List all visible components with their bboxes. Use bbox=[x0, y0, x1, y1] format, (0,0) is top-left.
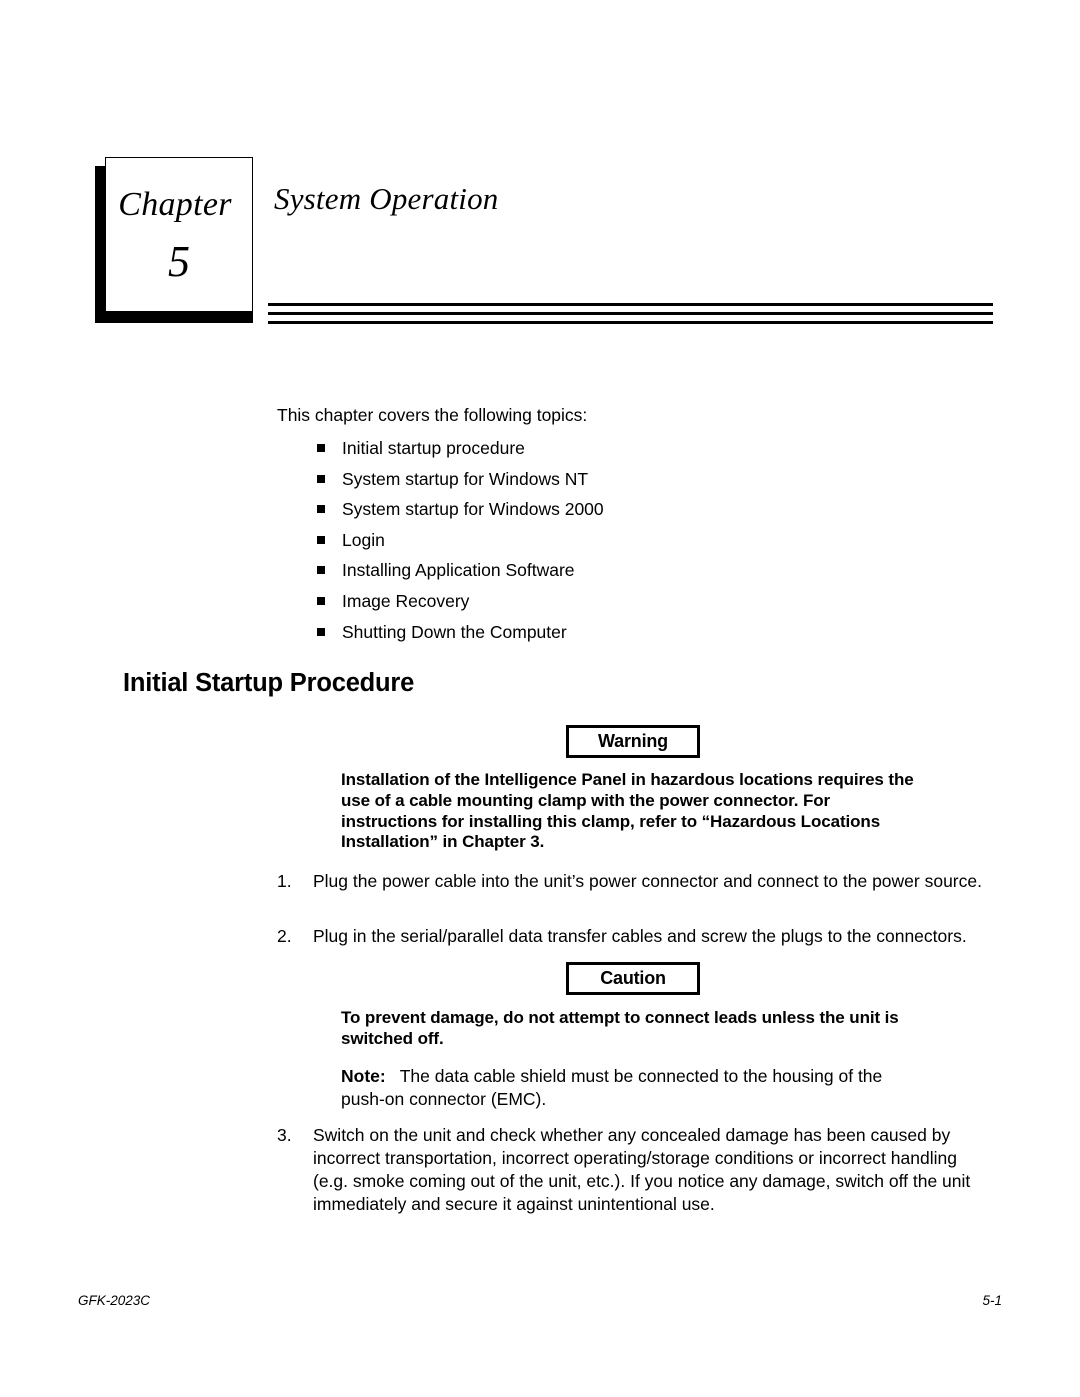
header-rule-1 bbox=[268, 303, 993, 306]
step-text: Plug in the serial/parallel data transfe… bbox=[313, 926, 967, 946]
topic-label: System startup for Windows 2000 bbox=[342, 499, 604, 520]
chapter-header: Chapter 5 System Operation bbox=[0, 0, 1080, 340]
header-rule-2 bbox=[268, 312, 993, 315]
warning-badge-label: Warning bbox=[598, 731, 668, 751]
chapter-badge: Chapter 5 bbox=[95, 157, 255, 323]
list-item: System startup for Windows 2000 bbox=[277, 498, 897, 529]
intro-line: This chapter covers the following topics… bbox=[277, 405, 588, 425]
chapter-badge-face: Chapter 5 bbox=[105, 157, 253, 312]
section-heading: Initial Startup Procedure bbox=[123, 669, 415, 697]
step-item: 1. Plug the power cable into the unit’s … bbox=[277, 870, 993, 893]
square-bullet-icon bbox=[317, 535, 325, 544]
page-footer: GFK-2023C 5-1 bbox=[78, 1292, 1002, 1312]
topic-label: Login bbox=[342, 529, 385, 550]
list-item: Login bbox=[277, 529, 897, 560]
square-bullet-icon bbox=[317, 505, 325, 514]
caution-badge: Caution bbox=[566, 962, 700, 995]
chapter-word: Chapter bbox=[118, 186, 232, 223]
caution-badge-label: Caution bbox=[600, 968, 666, 988]
caution-text: To prevent damage, do not attempt to con… bbox=[341, 1008, 899, 1048]
square-bullet-icon bbox=[317, 596, 325, 605]
header-rule-3 bbox=[268, 321, 993, 324]
page-title: System Operation bbox=[274, 181, 499, 216]
topic-label: Shutting Down the Computer bbox=[342, 621, 567, 642]
list-item: Initial startup procedure bbox=[277, 437, 897, 468]
topic-label: System startup for Windows NT bbox=[342, 468, 589, 489]
warning-text: Installation of the Intelligence Panel i… bbox=[341, 770, 914, 852]
topic-label: Initial startup procedure bbox=[342, 438, 525, 458]
step-item: 3. Switch on the unit and check whether … bbox=[277, 1124, 993, 1216]
topic-label: Image Recovery bbox=[342, 590, 470, 611]
topic-list: Initial startup procedure System startup… bbox=[277, 437, 897, 651]
step-text: Plug the power cable into the unit’s pow… bbox=[313, 871, 982, 891]
list-item: System startup for Windows NT bbox=[277, 468, 897, 499]
header-rules bbox=[268, 303, 993, 325]
square-bullet-icon bbox=[317, 627, 325, 636]
square-bullet-icon bbox=[317, 566, 325, 575]
chapter-number: 5 bbox=[168, 237, 190, 286]
topic-label: Installing Application Software bbox=[342, 560, 575, 581]
page-number: 5-1 bbox=[982, 1293, 1002, 1308]
step-number: 2. bbox=[277, 926, 292, 946]
document-page: Chapter 5 System Operation This chapter … bbox=[0, 0, 1080, 1397]
list-item: Shutting Down the Computer bbox=[277, 621, 897, 652]
note-label: Note: bbox=[341, 1066, 386, 1086]
step-number: 3. bbox=[277, 1125, 292, 1145]
warning-badge: Warning bbox=[566, 725, 700, 758]
list-item: Image Recovery bbox=[277, 590, 897, 621]
document-id: GFK-2023C bbox=[78, 1293, 151, 1308]
step-text: Switch on the unit and check whether any… bbox=[313, 1125, 971, 1214]
step-number: 1. bbox=[277, 871, 292, 891]
square-bullet-icon bbox=[317, 474, 325, 483]
note-block: Note: The data cable shield must be conne… bbox=[341, 1065, 901, 1111]
note-text: The data cable shield must be connected … bbox=[341, 1066, 883, 1109]
step-item: 2. Plug in the serial/parallel data tran… bbox=[277, 925, 993, 948]
square-bullet-icon bbox=[317, 444, 325, 452]
list-item: Installing Application Software bbox=[277, 559, 897, 590]
